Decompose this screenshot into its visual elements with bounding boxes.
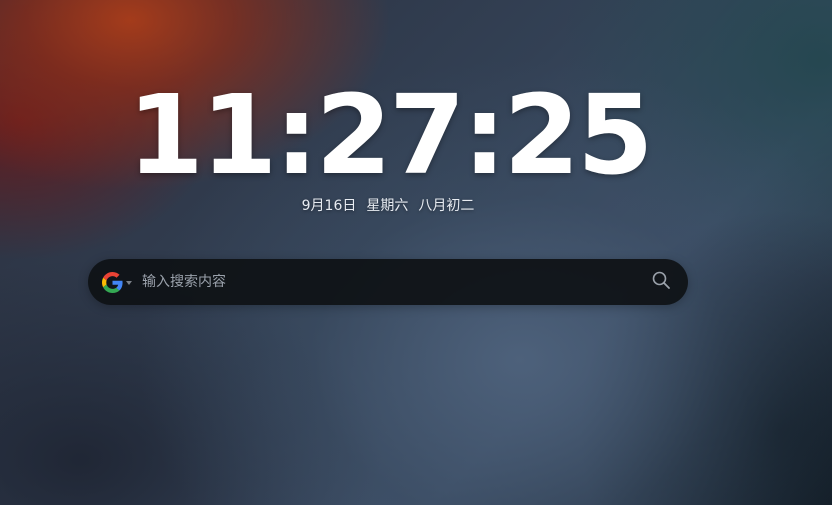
clock-time: 11:27:25 bbox=[127, 71, 653, 199]
date-weekday: 星期六 bbox=[366, 198, 409, 214]
search-button[interactable] bbox=[649, 270, 673, 294]
search-input[interactable] bbox=[140, 266, 649, 298]
google-icon bbox=[102, 271, 123, 293]
chevron-down-icon bbox=[126, 281, 132, 285]
search-icon bbox=[651, 270, 671, 294]
date-lunar: 八月初二 bbox=[418, 198, 475, 214]
search-engine-selector[interactable] bbox=[102, 270, 132, 294]
search-bar bbox=[88, 259, 688, 305]
date-row: 9月16日 星期六 八月初二 bbox=[0, 197, 776, 215]
date-gregorian: 9月16日 bbox=[301, 198, 357, 214]
